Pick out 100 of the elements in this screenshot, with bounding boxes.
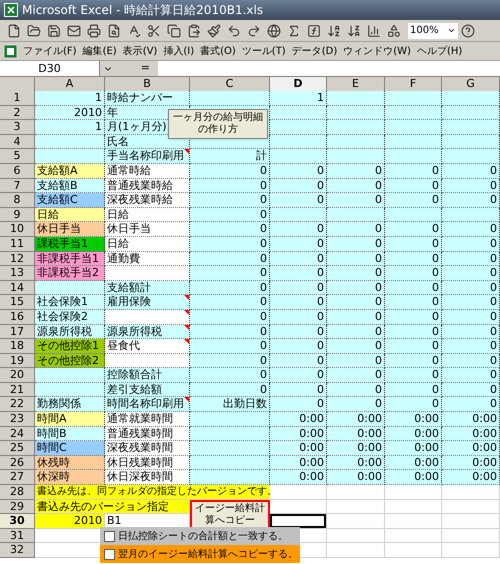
formula-field[interactable] <box>158 61 500 76</box>
row-header[interactable]: 17 <box>0 324 35 340</box>
help-button[interactable]: 一ヶ月分の給与明細の作り方 <box>168 109 268 139</box>
table-cell <box>442 500 500 514</box>
table-cell: 0 <box>190 339 270 354</box>
menu-item[interactable]: ツール(T) <box>242 44 286 58</box>
table-cell: 0:00 <box>385 470 442 486</box>
row-header[interactable]: 18 <box>0 339 35 354</box>
note-text: 書込み先は、同フォルダの指定したバージョンです。 <box>37 486 277 498</box>
row-header[interactable]: 23 <box>0 412 35 427</box>
row-header[interactable]: 14 <box>0 280 35 296</box>
row-header[interactable]: 11 <box>0 236 35 252</box>
checkbox[interactable] <box>104 530 115 542</box>
table-cell: 0 <box>190 295 270 310</box>
row-header[interactable]: 20 <box>0 368 35 383</box>
table-cell: 時間名称印刷用 <box>105 397 190 412</box>
table-cell <box>385 91 442 106</box>
table-cell: 0 <box>385 236 442 252</box>
row-header[interactable]: 8 <box>0 193 35 208</box>
zoom-dropdown[interactable]: 100% <box>408 22 458 38</box>
row-header[interactable]: 4 <box>0 134 35 150</box>
table-cell: 0 <box>327 252 385 266</box>
table-cell: その他控除1 <box>35 339 105 354</box>
table-cell: 0 <box>327 266 385 281</box>
table-cell <box>442 514 500 529</box>
table-cell: 手当名称印刷用 <box>105 149 190 164</box>
table-cell: 0 <box>385 164 442 179</box>
menu-item[interactable]: ウィンドウ(W) <box>343 44 411 58</box>
table-cell: 0:00 <box>327 412 385 427</box>
row-header[interactable]: 13 <box>0 266 35 281</box>
row-header[interactable]: 6 <box>0 164 35 179</box>
table-cell: 0 <box>442 164 500 179</box>
copy-button[interactable]: イージー給料計算へコピー <box>190 500 270 529</box>
table-cell: 0 <box>190 164 270 179</box>
checkbox[interactable] <box>104 548 115 560</box>
menu-item[interactable]: データ(D) <box>292 44 338 58</box>
row-header[interactable]: 1 <box>0 91 35 106</box>
row-header[interactable]: 26 <box>0 456 35 470</box>
row-header[interactable]: 12 <box>0 252 35 266</box>
row-header[interactable]: 3 <box>0 120 35 135</box>
table-cell: 0 <box>327 382 385 398</box>
table-cell: 1 <box>270 91 327 106</box>
row-header[interactable]: 30 <box>0 514 35 529</box>
menu-item[interactable]: 書式(O) <box>200 44 236 58</box>
table-cell: 1 <box>35 120 105 135</box>
table-cell: 0 <box>190 310 270 324</box>
menu-item[interactable]: 表示(V) <box>122 44 158 58</box>
row-header[interactable]: 2 <box>0 106 35 120</box>
table-cell: 0:00 <box>327 456 385 470</box>
table-cell: 0 <box>442 222 500 237</box>
table-cell <box>327 120 385 135</box>
row-header[interactable]: 32 <box>0 543 35 558</box>
table-cell: 普通残業時間 <box>105 426 190 442</box>
table-cell: 時給ナンバー <box>105 91 190 106</box>
table-cell <box>442 91 500 106</box>
table-cell <box>385 528 442 544</box>
checkbox-row[interactable]: 日払控除シートの合計額と一致する。 <box>100 527 300 545</box>
table-cell: 0:00 <box>385 441 442 456</box>
row-header[interactable]: 16 <box>0 310 35 324</box>
row-header[interactable]: 10 <box>0 222 35 237</box>
table-cell: 0 <box>270 397 327 412</box>
table-cell: 0 <box>385 382 442 398</box>
name-box[interactable]: D30 <box>0 61 100 76</box>
table-cell: 控除額合計 <box>105 368 190 383</box>
table-cell <box>442 120 500 135</box>
table-cell: 0 <box>270 295 327 310</box>
row-header[interactable]: 28 <box>0 485 35 500</box>
row-header[interactable]: 5 <box>0 149 35 164</box>
menu-item[interactable]: ファイル(F) <box>23 44 77 58</box>
table-cell: 0 <box>327 193 385 208</box>
spreadsheet-icon <box>4 3 18 17</box>
menu-item[interactable]: 挿入(I) <box>163 44 194 58</box>
menu-item[interactable]: ヘルプ(H) <box>416 44 462 58</box>
table-cell: 0 <box>190 208 270 222</box>
row-header[interactable]: 7 <box>0 178 35 194</box>
row-header[interactable]: 21 <box>0 382 35 398</box>
table-cell <box>385 485 442 500</box>
row-header[interactable]: 22 <box>0 397 35 412</box>
table-cell <box>35 382 105 398</box>
row-header[interactable]: 31 <box>0 528 35 544</box>
dropdown-icon[interactable] <box>447 26 456 35</box>
row-header[interactable]: 19 <box>0 354 35 368</box>
checkbox-row[interactable]: 翌月のイージー給料計算へコピーする。 <box>100 545 300 563</box>
table-cell <box>442 528 500 544</box>
column-header[interactable]: D <box>270 77 327 91</box>
row-header[interactable]: 29 <box>0 500 35 514</box>
table-cell: 0 <box>327 178 385 194</box>
table-cell: 0 <box>327 280 385 296</box>
table-cell: 0 <box>327 397 385 412</box>
table-cell: 源泉所得税 <box>105 324 190 340</box>
row-header[interactable]: 9 <box>0 208 35 222</box>
table-cell: 0 <box>385 266 442 281</box>
table-cell: 0 <box>385 397 442 412</box>
table-cell: 0 <box>442 178 500 194</box>
row-header[interactable]: 25 <box>0 441 35 456</box>
row-header[interactable]: 24 <box>0 426 35 442</box>
menu-item[interactable]: 編集(E) <box>82 44 117 58</box>
table-cell: 0:00 <box>270 456 327 470</box>
row-header[interactable]: 27 <box>0 470 35 486</box>
row-header[interactable]: 15 <box>0 295 35 310</box>
